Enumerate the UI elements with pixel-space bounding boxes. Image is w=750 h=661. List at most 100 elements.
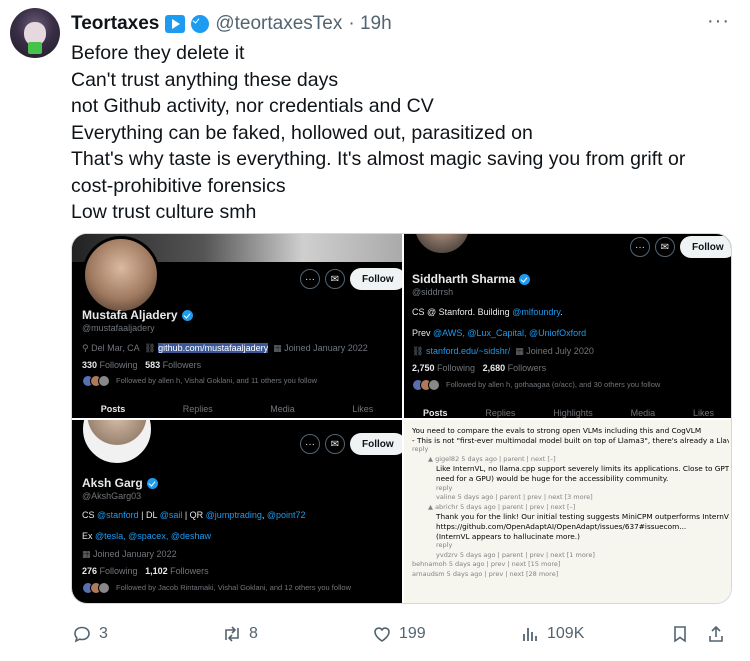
comment-meta[interactable]: valine 5 days ago | parent | prev | next… [412, 493, 729, 503]
author-avatar[interactable] [10, 8, 60, 58]
bio-link[interactable]: @sail [160, 510, 183, 520]
more-icon[interactable]: ··· [300, 269, 320, 289]
bio-text: Prev [412, 328, 434, 338]
profile-meta: ⚲ Del Mar, CA ⛓ github.com/mustafaaljade… [82, 343, 368, 354]
followed-by-text: Followed by allen h, gothaagaa (o/acc), … [446, 379, 661, 389]
profile-handle: @siddrrsh [412, 287, 454, 297]
share-icon [705, 623, 727, 645]
follow-button[interactable]: Follow [680, 236, 731, 258]
message-icon[interactable]: ✉ [655, 237, 675, 257]
followed-by[interactable]: Followed by allen h, gothaagaa (o/acc), … [412, 379, 660, 391]
followers-label[interactable]: Followers [170, 566, 209, 576]
tab-media[interactable]: Media [270, 404, 295, 418]
repost-icon [221, 623, 243, 645]
profile-screenshot-siddharth[interactable]: ··· ✉ Follow Siddharth Sharma @siddrrsh … [404, 234, 731, 418]
location-icon: ⚲ [82, 343, 92, 353]
follower-avatars [82, 582, 110, 594]
follow-button[interactable]: Follow [350, 268, 402, 290]
bio-link[interactable]: @jumptrading [206, 510, 262, 520]
profile-website[interactable]: stanford.edu/~sidshr/ [426, 346, 510, 356]
reply-button[interactable]: 3 [71, 620, 108, 648]
following-count[interactable]: 276 [82, 566, 97, 576]
tab-replies[interactable]: Replies [485, 408, 515, 418]
tab-posts[interactable]: Posts [101, 404, 126, 418]
tab-highlights[interactable]: Highlights [553, 408, 593, 418]
author-display-name[interactable]: Teortaxes [71, 13, 159, 35]
profile-button-row: ··· ✉ Follow [300, 433, 402, 455]
comment-meta[interactable]: arnaudsm 5 days ago | prev | next [28 mo… [412, 570, 729, 580]
calendar-icon: ▦ [82, 549, 94, 559]
bio-text: | DL [138, 510, 160, 520]
avatar-badge [28, 42, 42, 54]
following-count[interactable]: 330 [82, 360, 97, 370]
profile-handle: @AkshGarg03 [82, 491, 142, 501]
comment-line: Thank you for the link! Our initial test… [436, 512, 729, 522]
profile-name-text: Siddharth Sharma [412, 272, 516, 286]
profile-button-row: ··· ✉ Follow [300, 268, 402, 290]
bio-link[interactable]: @point72 [267, 510, 306, 520]
comment-meta[interactable]: yvdzrv 5 days ago | parent | prev | next… [412, 551, 729, 561]
bio-link[interactable]: @mlfoundry [512, 307, 560, 317]
more-options-icon[interactable]: ··· [707, 10, 730, 33]
following-label[interactable]: Following [100, 360, 138, 370]
bio-link[interactable]: @stanford [97, 510, 139, 520]
bookmark-button[interactable] [669, 620, 691, 648]
following-count[interactable]: 2,750 [412, 363, 435, 373]
following-label[interactable]: Following [437, 363, 475, 373]
followed-by[interactable]: Followed by Jacob Rintamaki, Vishal Gokl… [82, 582, 351, 594]
reply-link[interactable]: reply [412, 445, 729, 455]
follow-button[interactable]: Follow [350, 433, 402, 455]
bio-link[interactable]: @tesla, @spacex, @deshaw [95, 531, 211, 541]
reply-link[interactable]: reply [412, 484, 729, 494]
bio-text: CS @ Stanford. Building [412, 307, 513, 317]
followers-count[interactable]: 583 [145, 360, 160, 370]
profile-location: Del Mar, CA [91, 343, 140, 353]
followed-by[interactable]: Followed by allen h, Vishal Goklani, and… [82, 375, 317, 387]
views-button[interactable]: 109K [519, 620, 584, 648]
follower-avatars [412, 379, 440, 391]
bio-link[interactable]: @AWS, @Lux_Capital, @UniofOxford [433, 328, 586, 338]
repost-button[interactable]: 8 [221, 620, 258, 648]
tab-likes[interactable]: Likes [352, 404, 373, 418]
followers-label[interactable]: Followers [508, 363, 547, 373]
profile-bio-line: CS @stanford | DL @sail | QR @jumptradin… [82, 510, 306, 520]
profile-screenshot-mustafa[interactable]: ··· ✉ Follow Mustafa Aljadery @mustafaal… [72, 234, 402, 418]
message-icon[interactable]: ✉ [325, 269, 345, 289]
followers-label[interactable]: Followers [163, 360, 202, 370]
hacker-news-thread-screenshot[interactable]: You need to compare the evals to strong … [404, 420, 731, 603]
reply-link[interactable]: reply [412, 541, 729, 551]
comment-line[interactable]: https://github.com/OpenAdaptAI/OpenAdapt… [412, 522, 729, 532]
more-icon[interactable]: ··· [630, 237, 650, 257]
reply-icon [71, 623, 93, 645]
comment-meta[interactable]: ▲ abrichr 5 days ago | parent | prev | n… [412, 503, 729, 513]
profile-joined: Joined January 2022 [284, 343, 368, 353]
message-icon[interactable]: ✉ [325, 434, 345, 454]
author-handle[interactable]: @teortaxesTex [215, 13, 342, 35]
profile-handle: @mustafaaljadery [82, 323, 155, 333]
comment-meta[interactable]: behnamoh 5 days ago | prev | next [15 mo… [412, 560, 729, 570]
tweet-media-grid[interactable]: ··· ✉ Follow Mustafa Aljadery @mustafaal… [71, 233, 732, 604]
share-button[interactable] [705, 620, 727, 648]
like-button[interactable]: 199 [371, 620, 426, 648]
tab-media[interactable]: Media [631, 408, 656, 418]
comment-line: Like InternVL, no llama.cpp support seve… [436, 464, 729, 474]
followers-count[interactable]: 1,102 [145, 566, 168, 576]
more-icon[interactable]: ··· [300, 434, 320, 454]
tab-posts[interactable]: Posts [423, 408, 448, 418]
followed-by-text: Followed by Jacob Rintamaki, Vishal Gokl… [116, 582, 351, 592]
comment-meta[interactable]: ▲ gigel82 5 days ago | parent | next [–] [412, 455, 729, 465]
tweet-line: Low trust culture smh [71, 201, 257, 223]
profile-website[interactable]: github.com/mustafaaljadery [158, 343, 269, 353]
like-count: 199 [399, 625, 426, 642]
profile-meta: ⛓ stanford.edu/~sidshr/ ▦ Joined July 20… [412, 346, 594, 357]
followers-count[interactable]: 2,680 [483, 363, 506, 373]
link-icon: ⛓ [144, 343, 159, 353]
heart-icon [371, 623, 393, 645]
profile-joined: Joined January 2022 [93, 549, 177, 559]
following-label[interactable]: Following [100, 566, 138, 576]
tab-likes[interactable]: Likes [693, 408, 714, 418]
tweet-timestamp[interactable]: · 19h [348, 13, 391, 35]
reply-count: 3 [99, 625, 108, 642]
profile-screenshot-aksh[interactable]: ··· ✉ Follow Aksh Garg @AkshGarg03 CS @s… [72, 420, 402, 603]
tab-replies[interactable]: Replies [183, 404, 213, 418]
